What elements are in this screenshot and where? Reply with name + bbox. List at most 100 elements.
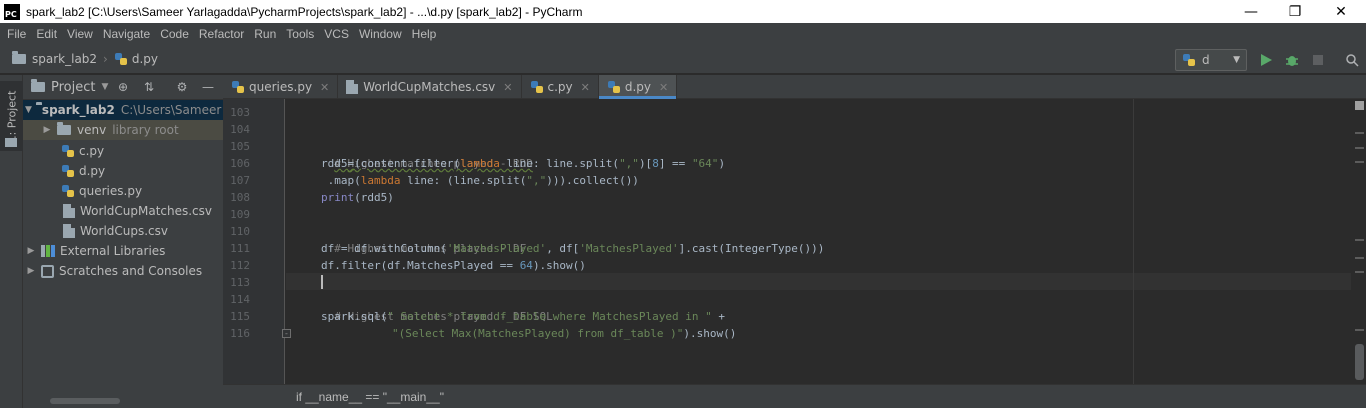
collapse-all-icon[interactable]: ⇅ [141, 79, 157, 95]
tree-item-d-py[interactable]: d.py [23, 161, 223, 181]
close-icon[interactable]: ✕ [581, 81, 590, 94]
scrollbar-thumb[interactable] [1355, 344, 1364, 380]
close-button[interactable]: ✕ [1318, 0, 1364, 23]
project-view-select[interactable]: Project [51, 80, 95, 95]
gear-icon[interactable]: ⚙ [174, 79, 190, 95]
pycharm-logo-icon: PC [4, 3, 20, 20]
tree-item-worldcups-csv[interactable]: WorldCups.csv [23, 221, 223, 241]
fold-marker-icon[interactable]: - [282, 329, 291, 338]
code-text: ).show() [683, 327, 737, 340]
debug-button[interactable] [1283, 51, 1301, 69]
project-horizontal-scrollbar[interactable] [50, 398, 120, 404]
menu-run[interactable]: Run [249, 27, 281, 41]
tree-item-note: library root [112, 123, 179, 137]
code-line-110: # Highest matches played - DF [321, 223, 526, 255]
code-string: "64" [691, 157, 719, 170]
minimize-button[interactable]: — [1228, 0, 1274, 23]
window-title: spark_lab2 [C:\Users\Sameer Yarlagadda\P… [26, 4, 583, 19]
chevron-right-icon[interactable]: ▶ [25, 266, 37, 276]
chevron-right-icon[interactable]: ▶ [41, 125, 53, 135]
python-file-icon [61, 144, 75, 158]
error-stripe-mark[interactable] [1355, 161, 1364, 163]
menu-view[interactable]: View [62, 27, 98, 41]
error-stripe-mark[interactable] [1355, 132, 1364, 134]
tab-worldcupmatches-csv[interactable]: WorldCupMatches.csv ✕ [338, 75, 522, 99]
line-number: 112 [230, 259, 250, 272]
menu-edit[interactable]: Edit [31, 27, 62, 41]
menu-file[interactable]: File [2, 27, 31, 41]
project-view-icon [31, 79, 45, 92]
nav-crumb-file[interactable]: d.py [114, 52, 158, 66]
stop-button[interactable] [1309, 51, 1327, 69]
menu-bar: File Edit View Navigate Code Refactor Ru… [0, 23, 1366, 44]
menu-help[interactable]: Help [407, 27, 442, 41]
error-stripe-mark[interactable] [1355, 239, 1364, 241]
code-line-112: df.filter(df.MatchesPlayed == 64).show() [321, 257, 586, 274]
error-stripe-mark[interactable] [1355, 271, 1364, 273]
menu-window[interactable]: Window [354, 27, 407, 41]
tree-item-worldcupmatches-csv[interactable]: WorldCupMatches.csv [23, 201, 223, 221]
chevron-down-icon[interactable]: ▼ [25, 105, 32, 115]
run-configuration-select[interactable]: d ▼ [1175, 49, 1247, 71]
tree-item-label: queries.py [79, 184, 143, 198]
nav-file-label: d.py [131, 51, 159, 66]
run-button[interactable] [1257, 51, 1275, 69]
tab-c-py[interactable]: c.py ✕ [522, 75, 599, 99]
code-line-105: # Highest matches played - RDD [321, 138, 533, 170]
project-panel: Project ▼ ⊕ ⇅ ⚙ — ▼ spark_lab2 C:\Users\… [23, 75, 223, 408]
tree-item-queries-py[interactable]: queries.py [23, 181, 223, 201]
menu-refactor[interactable]: Refactor [194, 27, 249, 41]
tree-item-scratches[interactable]: ▶ Scratches and Consoles [23, 261, 223, 281]
error-stripe-mark[interactable] [1355, 257, 1364, 259]
chevron-right-icon[interactable]: ▶ [25, 246, 37, 256]
tree-item-label: d.py [79, 164, 106, 178]
breadcrumb-item[interactable]: if __name__ == "__main__" [296, 390, 444, 404]
text-caret [321, 275, 323, 289]
project-tool-tab-label: 1: Project [5, 90, 18, 142]
error-stripe-mark[interactable] [1355, 329, 1364, 331]
error-stripe-mark[interactable] [1355, 147, 1364, 149]
line-number: 113 [230, 276, 250, 289]
hide-panel-icon[interactable]: — [200, 79, 216, 95]
tab-queries-py[interactable]: queries.py ✕ [223, 75, 339, 99]
close-icon[interactable]: ✕ [659, 81, 668, 94]
chevron-down-icon[interactable]: ▼ [101, 82, 108, 92]
scratches-icon [41, 264, 54, 278]
close-icon[interactable]: ✕ [320, 81, 329, 94]
inspection-status-icon[interactable] [1355, 101, 1364, 110]
line-number: 103 [230, 106, 250, 119]
run-config-label: d [1202, 53, 1210, 67]
restore-button[interactable]: ❐ [1272, 0, 1318, 23]
code-string: "," [619, 157, 639, 170]
line-number: 115 [230, 310, 250, 323]
tree-item-label: spark_lab2 [41, 103, 115, 117]
locate-file-icon[interactable]: ⊕ [115, 79, 131, 95]
project-panel-header: Project ▼ ⊕ ⇅ ⚙ — [23, 75, 223, 100]
code-string: 'MatchesPlayed' [446, 242, 547, 255]
menu-navigate[interactable]: Navigate [98, 27, 155, 41]
chevron-down-icon: ▼ [1233, 55, 1240, 65]
close-icon[interactable]: ✕ [503, 81, 512, 94]
line-number: 108 [230, 191, 250, 204]
tree-item-spark-lab2[interactable]: ▼ spark_lab2 C:\Users\Sameer Y [23, 100, 223, 120]
menu-vcs[interactable]: VCS [319, 27, 354, 41]
tab-d-py[interactable]: d.py ✕ [598, 75, 678, 99]
tree-item-c-py[interactable]: c.py [23, 141, 223, 161]
menu-code[interactable]: Code [155, 27, 194, 41]
tree-item-path: C:\Users\Sameer Y [120, 103, 223, 117]
editor-vertical-scrollbar[interactable] [1351, 99, 1366, 384]
search-everywhere-button[interactable] [1343, 51, 1361, 69]
tab-label: c.py [547, 80, 573, 94]
tree-item-venv[interactable]: ▶ venv library root [23, 120, 223, 140]
code-text: line: (line.split( [400, 174, 527, 187]
code-text: .map( [321, 174, 361, 187]
code-line-106: rdd5=(content.filter(lambda line: line.s… [321, 155, 725, 172]
nav-crumb-project[interactable]: spark_lab2 [12, 50, 97, 66]
code-string: "," [526, 174, 547, 187]
search-icon [1346, 54, 1359, 67]
menu-tools[interactable]: Tools [281, 27, 319, 41]
tree-item-external-libraries[interactable]: ▶ External Libraries [23, 241, 223, 261]
code-text: df.filter(df.MatchesPlayed == [321, 259, 520, 272]
tree-item-label: WorldCups.csv [80, 224, 169, 238]
code-string: "(Select Max(MatchesPlayed) from df_tabl… [392, 327, 684, 340]
